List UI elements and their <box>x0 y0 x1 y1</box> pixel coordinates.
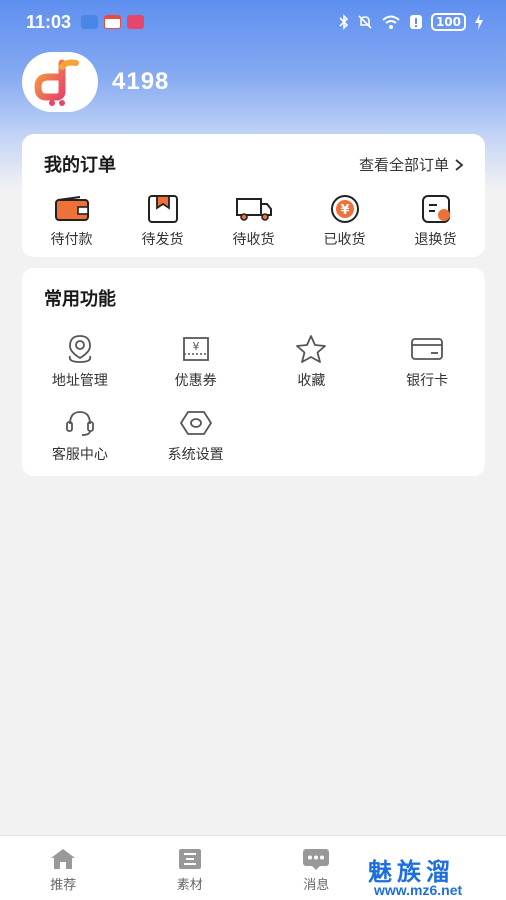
functions-title: 常用功能 <box>44 289 116 310</box>
app-notification-icon <box>104 15 122 29</box>
func-label: 地址管理 <box>51 373 108 389</box>
order-item-pending-payment[interactable]: 待付款 <box>37 194 107 249</box>
cloud-icon <box>81 15 99 29</box>
chevron-right-icon <box>455 158 464 171</box>
orders-card: 我的订单 查看全部订单 待付款 待发货 待收货 ¥ 已收货 退换货 <box>22 134 485 257</box>
func-label: 银行卡 <box>406 373 449 389</box>
functions-grid: 地址管理 ¥ 优惠券 收藏 银行卡 客服中心 系统设置 <box>22 334 485 482</box>
view-all-orders-label: 查看全部订单 <box>358 156 449 174</box>
user-profile[interactable]: 4198 <box>22 52 169 112</box>
location-icon <box>62 334 98 364</box>
func-label: 优惠券 <box>174 373 217 389</box>
func-address-management[interactable]: 地址管理 <box>22 334 138 408</box>
view-all-orders-link[interactable]: 查看全部订单 <box>359 154 465 175</box>
document-icon <box>178 849 201 869</box>
bluetooth-icon <box>339 14 349 30</box>
site-watermark: 魅族溜 www.mz6.net <box>368 852 494 898</box>
avatar[interactable] <box>22 52 98 112</box>
orders-title: 我的订单 <box>44 155 116 176</box>
wifi-icon <box>382 15 400 29</box>
common-functions-card: 常用功能 地址管理 ¥ 优惠券 收藏 银行卡 客服中心 系统设置 <box>22 268 485 476</box>
func-customer-service[interactable]: 客服中心 <box>22 408 138 482</box>
tab-messages[interactable]: 消息 <box>253 836 380 900</box>
func-bank-card[interactable]: 银行卡 <box>369 334 485 408</box>
star-icon <box>293 334 329 364</box>
svg-text:¥: ¥ <box>340 203 349 218</box>
order-item-pending-shipment[interactable]: 待发货 <box>128 194 198 249</box>
bank-card-icon <box>409 334 445 364</box>
truck-icon <box>234 194 274 224</box>
order-item-returns[interactable]: 退换货 <box>401 194 471 249</box>
status-time: 11:03 <box>26 11 72 32</box>
alert-icon <box>409 15 422 29</box>
svg-text:¥: ¥ <box>192 340 199 353</box>
tab-label: 推荐 <box>50 878 77 893</box>
func-label: 客服中心 <box>51 447 108 463</box>
status-bar: 11:03 100 <box>0 0 506 44</box>
tab-label: 素材 <box>176 878 203 893</box>
order-item-label: 退换货 <box>414 232 457 248</box>
order-item-label: 待收货 <box>232 232 275 248</box>
order-item-label: 待付款 <box>50 232 93 248</box>
order-status-row: 待付款 待发货 待收货 ¥ 已收货 退换货 <box>22 194 485 249</box>
app-notification-icon <box>127 15 145 29</box>
app-logo-icon <box>34 59 79 106</box>
tab-materials[interactable]: 素材 <box>127 836 254 900</box>
order-item-label: 待发货 <box>141 232 184 248</box>
tab-recommend[interactable]: 推荐 <box>0 836 127 900</box>
settings-icon <box>178 408 214 438</box>
order-item-pending-receipt[interactable]: 待收货 <box>219 194 289 249</box>
func-favorites[interactable]: 收藏 <box>254 334 370 408</box>
package-icon <box>143 194 183 224</box>
func-system-settings[interactable]: 系统设置 <box>138 408 254 482</box>
message-icon <box>303 849 330 870</box>
battery-level: 100 <box>430 13 466 31</box>
yen-coin-icon: ¥ <box>325 194 365 224</box>
wallet-icon <box>52 194 92 224</box>
system-icons: 100 <box>339 13 484 31</box>
order-item-label: 已收货 <box>323 232 366 248</box>
tab-label: 消息 <box>303 878 330 893</box>
coupon-icon: ¥ <box>178 334 214 364</box>
home-icon <box>51 849 76 869</box>
watermark-url: www.mz6.net <box>374 882 463 898</box>
return-icon <box>416 194 456 224</box>
charging-icon <box>475 14 483 30</box>
mute-icon <box>358 15 372 29</box>
order-item-received[interactable]: ¥ 已收货 <box>310 194 380 249</box>
func-label: 系统设置 <box>167 447 224 463</box>
func-coupons[interactable]: ¥ 优惠券 <box>138 334 254 408</box>
headset-icon <box>62 408 98 438</box>
func-label: 收藏 <box>297 373 326 389</box>
username: 4198 <box>112 68 170 95</box>
notification-icons <box>81 15 145 29</box>
